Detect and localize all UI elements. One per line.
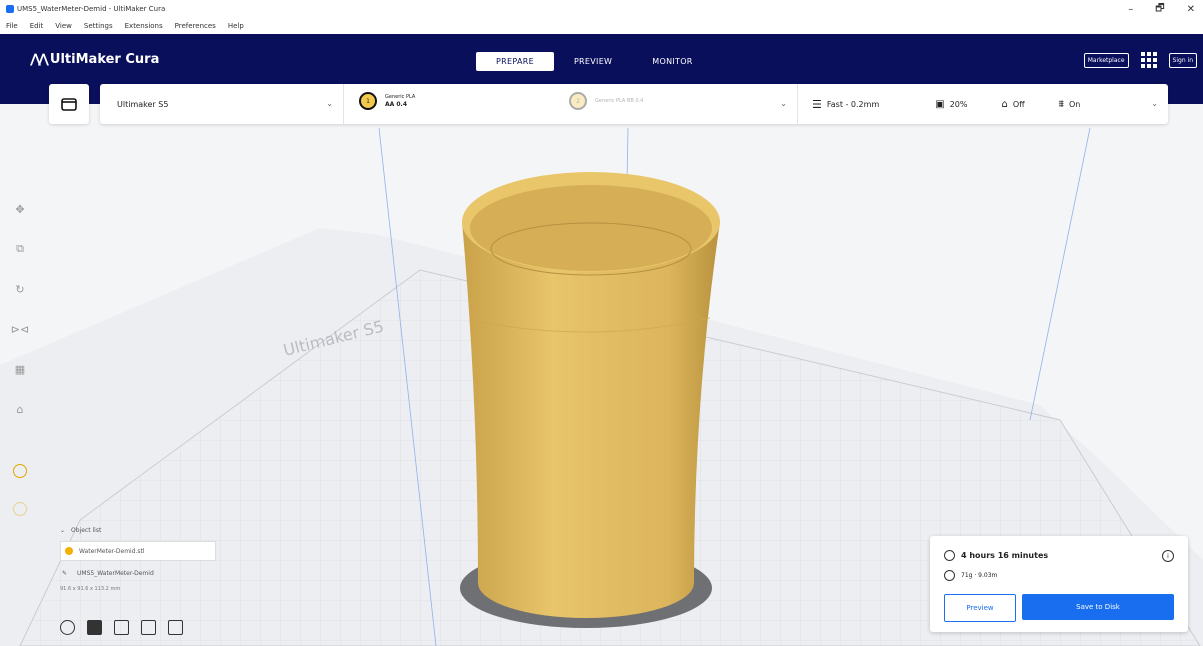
extruder-1-core: AA 0.4	[385, 101, 408, 108]
tool-column: ✥ ⧉ ↻ ⊳⊲ ▦ ⌂	[8, 197, 32, 421]
support-value: Off	[1012, 99, 1025, 109]
support-icon: ⌂	[1001, 98, 1008, 110]
view-top-icon[interactable]	[114, 620, 129, 635]
menu-preferences[interactable]: Preferences	[169, 22, 222, 30]
menu-file[interactable]: File	[0, 22, 24, 30]
chevron-down-icon: ⌄	[60, 527, 66, 534]
adhesion-icon: ⩩	[1058, 98, 1064, 110]
extruder-1-icon: 1	[359, 92, 377, 110]
menu-bar: File Edit View Settings Extensions Prefe…	[0, 18, 1203, 34]
scale-tool-icon[interactable]: ⧉	[8, 237, 32, 261]
extruder-1: 1 Generic PLA AA 0.4	[359, 92, 415, 110]
logo-text: UltiMaker Cura	[49, 52, 160, 67]
extruder-1-button[interactable]	[8, 459, 32, 483]
window-controls: – 🗗 ✕	[1128, 0, 1195, 18]
extruder-2-icon: 2	[569, 92, 587, 110]
window-title-bar: UMS5_WaterMeter-Demid - UltiMaker Cura –…	[0, 0, 1203, 18]
mirror-tool-icon[interactable]: ⊳⊲	[8, 317, 32, 341]
minimize-button[interactable]: –	[1128, 4, 1133, 15]
per-model-settings-icon[interactable]: ▦	[8, 357, 32, 381]
folder-icon	[61, 98, 77, 111]
preview-button[interactable]: Preview	[944, 594, 1016, 622]
maximize-button[interactable]: 🗗	[1155, 1, 1164, 18]
open-file-button[interactable]	[49, 84, 89, 124]
job-name: UMS5_WaterMeter-Demid	[77, 570, 154, 577]
menu-help[interactable]: Help	[222, 22, 250, 30]
printer-name: Ultimaker S5	[117, 99, 169, 109]
view-right-icon[interactable]	[168, 620, 183, 635]
support-setting: ⌂ Off	[1001, 99, 1024, 110]
view-3d-icon[interactable]	[60, 620, 75, 635]
model-dimensions: 91.6 x 91.6 x 113.2 mm	[60, 586, 121, 592]
infill-icon: ▣	[935, 98, 945, 110]
job-name-row[interactable]: ✎ UMS5_WaterMeter-Demid	[60, 570, 216, 577]
cup-model	[462, 222, 720, 618]
extruder-2-core: BB 0.4	[626, 98, 644, 104]
tab-monitor[interactable]: MONITOR	[632, 52, 712, 71]
window-title: UMS5_WaterMeter-Demid - UltiMaker Cura	[17, 5, 166, 13]
printer-selector[interactable]: Ultimaker S5 ⌄	[100, 84, 344, 124]
chevron-down-icon: ⌄	[326, 99, 333, 108]
material-selector[interactable]: 1 Generic PLA AA 0.4 2 Generic PLA BB 0.…	[344, 84, 798, 124]
profile-setting: ☰ Fast - 0.2mm	[812, 98, 879, 111]
extruder-2-button[interactable]	[8, 497, 32, 521]
clock-icon	[944, 550, 955, 561]
sliders-icon: ☰	[812, 97, 822, 111]
header-actions: Marketplace Sign in	[1083, 52, 1197, 68]
info-icon[interactable]: i	[1162, 550, 1174, 562]
infill-value: 20%	[949, 99, 968, 109]
save-to-disk-button[interactable]: Save to Disk	[1022, 594, 1174, 620]
profile-value: Fast - 0.2mm	[826, 99, 880, 109]
object-list-toggle[interactable]: ⌄ Object list	[60, 527, 216, 534]
tab-preview[interactable]: PREVIEW	[554, 52, 632, 71]
rotate-tool-icon[interactable]: ↻	[8, 277, 32, 301]
extruder-buttons	[8, 459, 32, 521]
object-list-panel: ⌄ Object list WaterMeter-Demid.stl ✎ UMS…	[60, 527, 216, 592]
extruder-2-material: Generic PLA	[595, 98, 626, 104]
tab-prepare[interactable]: PREPARE	[476, 52, 554, 71]
view-left-icon[interactable]	[141, 620, 156, 635]
marketplace-button[interactable]: Marketplace	[1083, 52, 1129, 68]
object-file-name: WaterMeter-Demid.stl	[79, 547, 145, 555]
chevron-down-icon: ⌄	[780, 99, 787, 108]
adhesion-value: On	[1068, 99, 1081, 109]
print-settings-selector[interactable]: ☰ Fast - 0.2mm ▣ 20% ⌂ Off ⩩ On ⌄	[798, 84, 1168, 124]
object-list-item[interactable]: WaterMeter-Demid.stl	[60, 541, 216, 561]
cura-logo: ⋀⋀ UltiMaker Cura	[30, 52, 159, 67]
menu-edit[interactable]: Edit	[24, 22, 50, 30]
extruder-2: 2 Generic PLA BB 0.4	[569, 92, 643, 110]
material-usage-value: 71g · 9.03m	[961, 572, 998, 579]
extruder-1-material: Generic PLA	[385, 94, 416, 100]
move-tool-icon[interactable]: ✥	[8, 197, 32, 221]
print-summary-panel: 4 hours 16 minutes i 71g · 9.03m Preview…	[930, 536, 1188, 632]
adhesion-setting: ⩩ On	[1059, 99, 1081, 110]
close-button[interactable]: ✕	[1187, 4, 1195, 15]
support-blocker-icon[interactable]: ⌂	[8, 397, 32, 421]
extruder-color-icon	[65, 547, 73, 555]
chevron-down-icon: ⌄	[1151, 99, 1158, 108]
object-list-heading: Object list	[71, 527, 102, 534]
apps-grid-icon[interactable]	[1137, 52, 1161, 68]
sign-in-button[interactable]: Sign in	[1168, 52, 1197, 68]
cura-app-icon	[6, 5, 14, 13]
camera-view-buttons	[60, 620, 183, 635]
material-usage: 71g · 9.03m	[944, 570, 997, 581]
view-front-icon[interactable]	[87, 620, 102, 635]
edit-pencil-icon: ✎	[62, 570, 68, 577]
stage-tabs: PREPARE PREVIEW MONITOR	[476, 52, 713, 71]
spool-icon	[944, 570, 955, 581]
menu-view[interactable]: View	[49, 22, 78, 30]
menu-settings[interactable]: Settings	[78, 22, 119, 30]
print-time-value: 4 hours 16 minutes	[961, 551, 1049, 560]
print-time: 4 hours 16 minutes	[944, 550, 1048, 561]
print-setup-bar: Ultimaker S5 ⌄ 1 Generic PLA AA 0.4 2 Ge…	[100, 84, 1168, 124]
infill-setting: ▣ 20%	[935, 99, 967, 110]
menu-extensions[interactable]: Extensions	[119, 22, 169, 30]
ultimaker-logo-icon: ⋀⋀	[30, 52, 49, 67]
